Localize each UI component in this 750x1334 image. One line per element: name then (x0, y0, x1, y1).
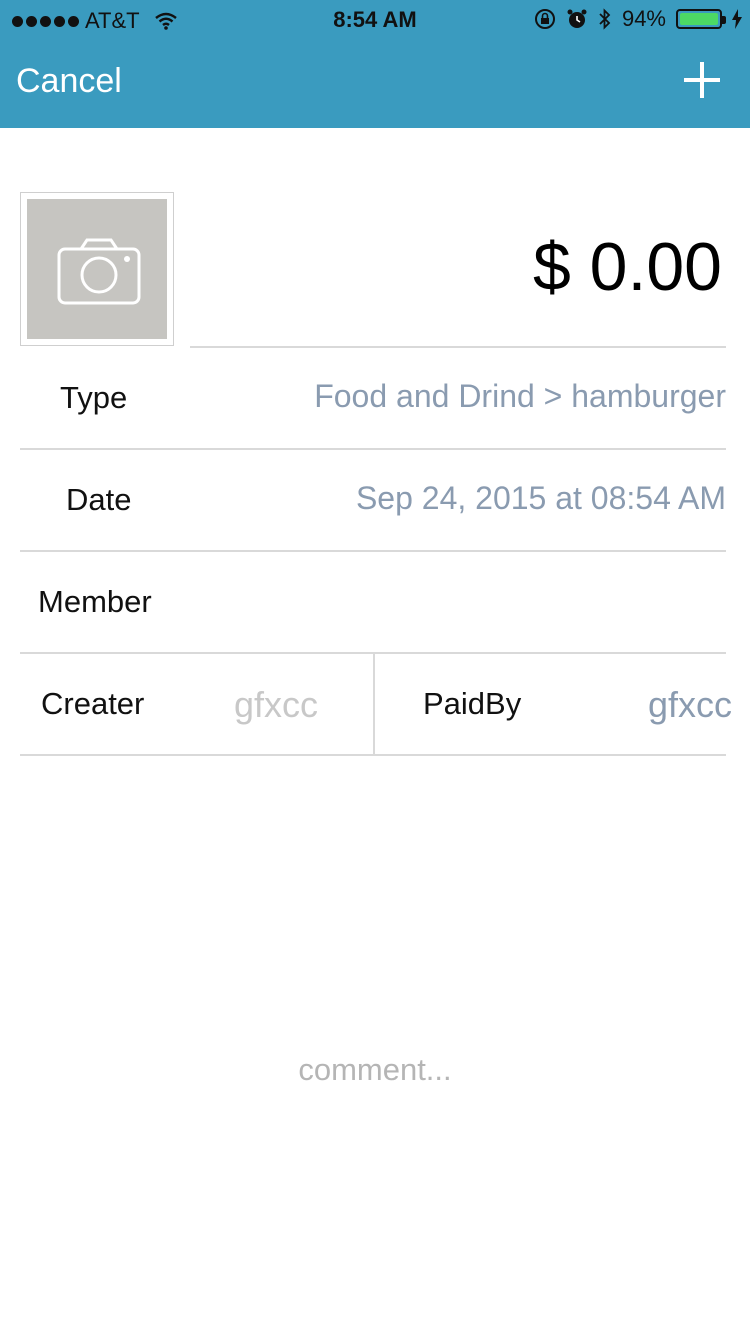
status-bar: AT&T 8:54 AM 94% (0, 0, 750, 40)
amount-input[interactable]: $ 0.00 (533, 228, 722, 306)
paidby-label: PaidBy (423, 686, 522, 721)
cancel-button[interactable]: Cancel (16, 62, 122, 101)
paidby-value[interactable]: gfxcc (648, 684, 732, 726)
type-value: Food and Drind > hamburger (314, 378, 726, 414)
rotation-lock-icon (534, 9, 555, 29)
type-row[interactable]: Type Food and Drind > hamburger (20, 348, 726, 450)
battery-percentage: 94% (621, 6, 666, 31)
camera-icon (57, 238, 141, 305)
charging-icon (732, 9, 742, 29)
alarm-icon (567, 9, 587, 28)
header-bar: AT&T 8:54 AM 94% Cancel (0, 0, 750, 128)
comment-input[interactable]: comment... (0, 1052, 750, 1088)
type-label: Type (60, 380, 128, 415)
battery-icon (676, 9, 726, 29)
member-row[interactable]: Member (20, 552, 726, 654)
creater-label: Creater (41, 686, 145, 721)
add-photo-button[interactable] (20, 192, 174, 346)
date-label: Date (66, 482, 132, 517)
bluetooth-icon (599, 8, 611, 30)
plus-icon[interactable] (682, 60, 722, 100)
date-value: Sep 24, 2015 at 08:54 AM (355, 480, 726, 516)
creater-value[interactable]: gfxcc (234, 684, 318, 726)
date-row[interactable]: Date Sep 24, 2015 at 08:54 AM (20, 450, 726, 552)
column-divider (373, 654, 375, 754)
creater-paidby-row: Creater gfxcc PaidBy gfxcc (20, 654, 732, 756)
member-label: Member (38, 584, 152, 619)
